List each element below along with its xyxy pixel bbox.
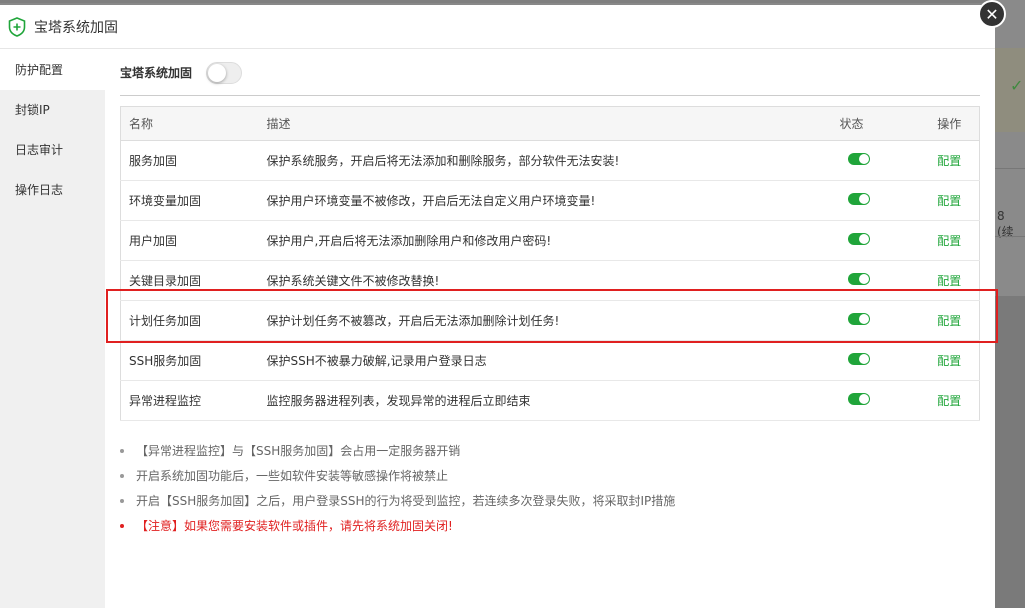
config-link[interactable]: 配置 (937, 314, 961, 328)
config-link[interactable]: 配置 (937, 394, 961, 408)
note-item: 开启系统加固功能后，一些如软件安装等敏感操作将被禁止 (120, 466, 980, 491)
table-row: SSH服务加固 保护SSH不被暴力破解,记录用户登录日志 配置 (120, 340, 980, 381)
toggle-knob (208, 63, 227, 82)
note-item: 【异常进程监控】与【SSH服务加固】会占用一定服务器开销 (120, 441, 980, 466)
config-link[interactable]: 配置 (937, 234, 961, 248)
close-button[interactable]: ✕ (978, 0, 1006, 28)
config-link[interactable]: 配置 (937, 274, 961, 288)
sidebar-item-block-ip[interactable]: 封锁IP (0, 90, 105, 130)
sidebar-item-operation-log[interactable]: 操作日志 (0, 170, 105, 210)
background-overlay (995, 296, 1025, 608)
row-toggle-switch[interactable] (847, 273, 870, 285)
master-toggle-bar: 宝塔系统加固 (120, 50, 980, 96)
row-name: 环境变量加固 (120, 180, 259, 221)
dialog-header: 宝塔系统加固 (0, 5, 995, 49)
background-divider (995, 236, 1025, 237)
background-divider (995, 168, 1025, 169)
row-desc: 保护系统服务，开启后将无法添加和删除服务，部分软件无法安装! (258, 140, 840, 181)
row-name: SSH服务加固 (120, 340, 259, 381)
table-row: 异常进程监控 监控服务器进程列表，发现异常的进程后立即结束 配置 (120, 380, 980, 421)
sidebar-item-log-audit[interactable]: 日志审计 (0, 130, 105, 170)
header-op: 操作 (919, 106, 980, 141)
row-toggle-switch[interactable] (847, 153, 870, 165)
row-name: 异常进程监控 (120, 380, 259, 421)
notes-list: 【异常进程监控】与【SSH服务加固】会占用一定服务器开销 开启系统加固功能后，一… (120, 441, 980, 541)
row-name: 服务加固 (120, 140, 259, 181)
table-row: 环境变量加固 保护用户环境变量不被修改，开启后无法自定义用户环境变量! 配置 (120, 180, 980, 221)
row-desc: 保护用户,开启后将无法添加删除用户和修改用户密码! (258, 220, 840, 261)
row-toggle-switch[interactable] (847, 233, 870, 245)
system-hardening-dialog: 宝塔系统加固 ✕ 防护配置 封锁IP 日志审计 操作日志 宝塔系统加固 名称 描… (0, 0, 1006, 608)
row-desc: 保护SSH不被暴力破解,记录用户登录日志 (258, 340, 840, 381)
row-desc: 监控服务器进程列表，发现异常的进程后立即结束 (258, 380, 840, 421)
check-icon: ✓ (1010, 76, 1024, 95)
close-icon: ✕ (985, 4, 999, 24)
row-name: 关键目录加固 (120, 260, 259, 301)
header-name: 名称 (120, 106, 259, 141)
table-row: 服务加固 保护系统服务，开启后将无法添加和删除服务，部分软件无法安装! 配置 (120, 140, 980, 181)
master-toggle-switch[interactable] (206, 61, 243, 84)
config-link[interactable]: 配置 (937, 154, 961, 168)
table-row: 计划任务加固 保护计划任务不被篡改，开启后无法添加删除计划任务! 配置 (120, 300, 980, 341)
row-toggle-switch[interactable] (847, 353, 870, 365)
row-desc: 保护系统关键文件不被修改替换! (258, 260, 840, 301)
table-header-row: 名称 描述 状态 操作 (120, 106, 980, 141)
hardening-table: 名称 描述 状态 操作 服务加固 保护系统服务，开启后将无法添加和删除服务，部分… (120, 106, 980, 421)
config-link[interactable]: 配置 (937, 194, 961, 208)
table-row: 关键目录加固 保护系统关键文件不被修改替换! 配置 (120, 260, 980, 301)
row-toggle-switch[interactable] (847, 193, 870, 205)
sidebar-item-protection-config[interactable]: 防护配置 (0, 50, 105, 90)
row-toggle-switch[interactable] (847, 313, 870, 325)
shield-icon (8, 16, 26, 37)
sidebar: 防护配置 封锁IP 日志审计 操作日志 (0, 50, 105, 608)
main-content: 宝塔系统加固 名称 描述 状态 操作 服务加固 保护系统服务，开启后将无法添加和… (120, 50, 980, 608)
row-desc: 保护计划任务不被篡改，开启后无法添加删除计划任务! (258, 300, 840, 341)
table-row: 用户加固 保护用户,开启后将无法添加删除用户和修改用户密码! 配置 (120, 220, 980, 261)
header-state: 状态 (839, 106, 920, 141)
row-toggle-switch[interactable] (847, 393, 870, 405)
config-link[interactable]: 配置 (937, 354, 961, 368)
note-item: 开启【SSH服务加固】之后，用户登录SSH的行为将受到监控，若连续多次登录失败，… (120, 491, 980, 516)
row-name: 用户加固 (120, 220, 259, 261)
row-name: 计划任务加固 (120, 300, 259, 341)
warning-note: 【注意】如果您需要安装软件或插件，请先将系统加固关闭! (120, 516, 980, 541)
header-desc: 描述 (258, 106, 840, 141)
dialog-title: 宝塔系统加固 (34, 19, 118, 36)
row-desc: 保护用户环境变量不被修改，开启后无法自定义用户环境变量! (258, 180, 840, 221)
master-toggle-label: 宝塔系统加固 (120, 66, 193, 80)
